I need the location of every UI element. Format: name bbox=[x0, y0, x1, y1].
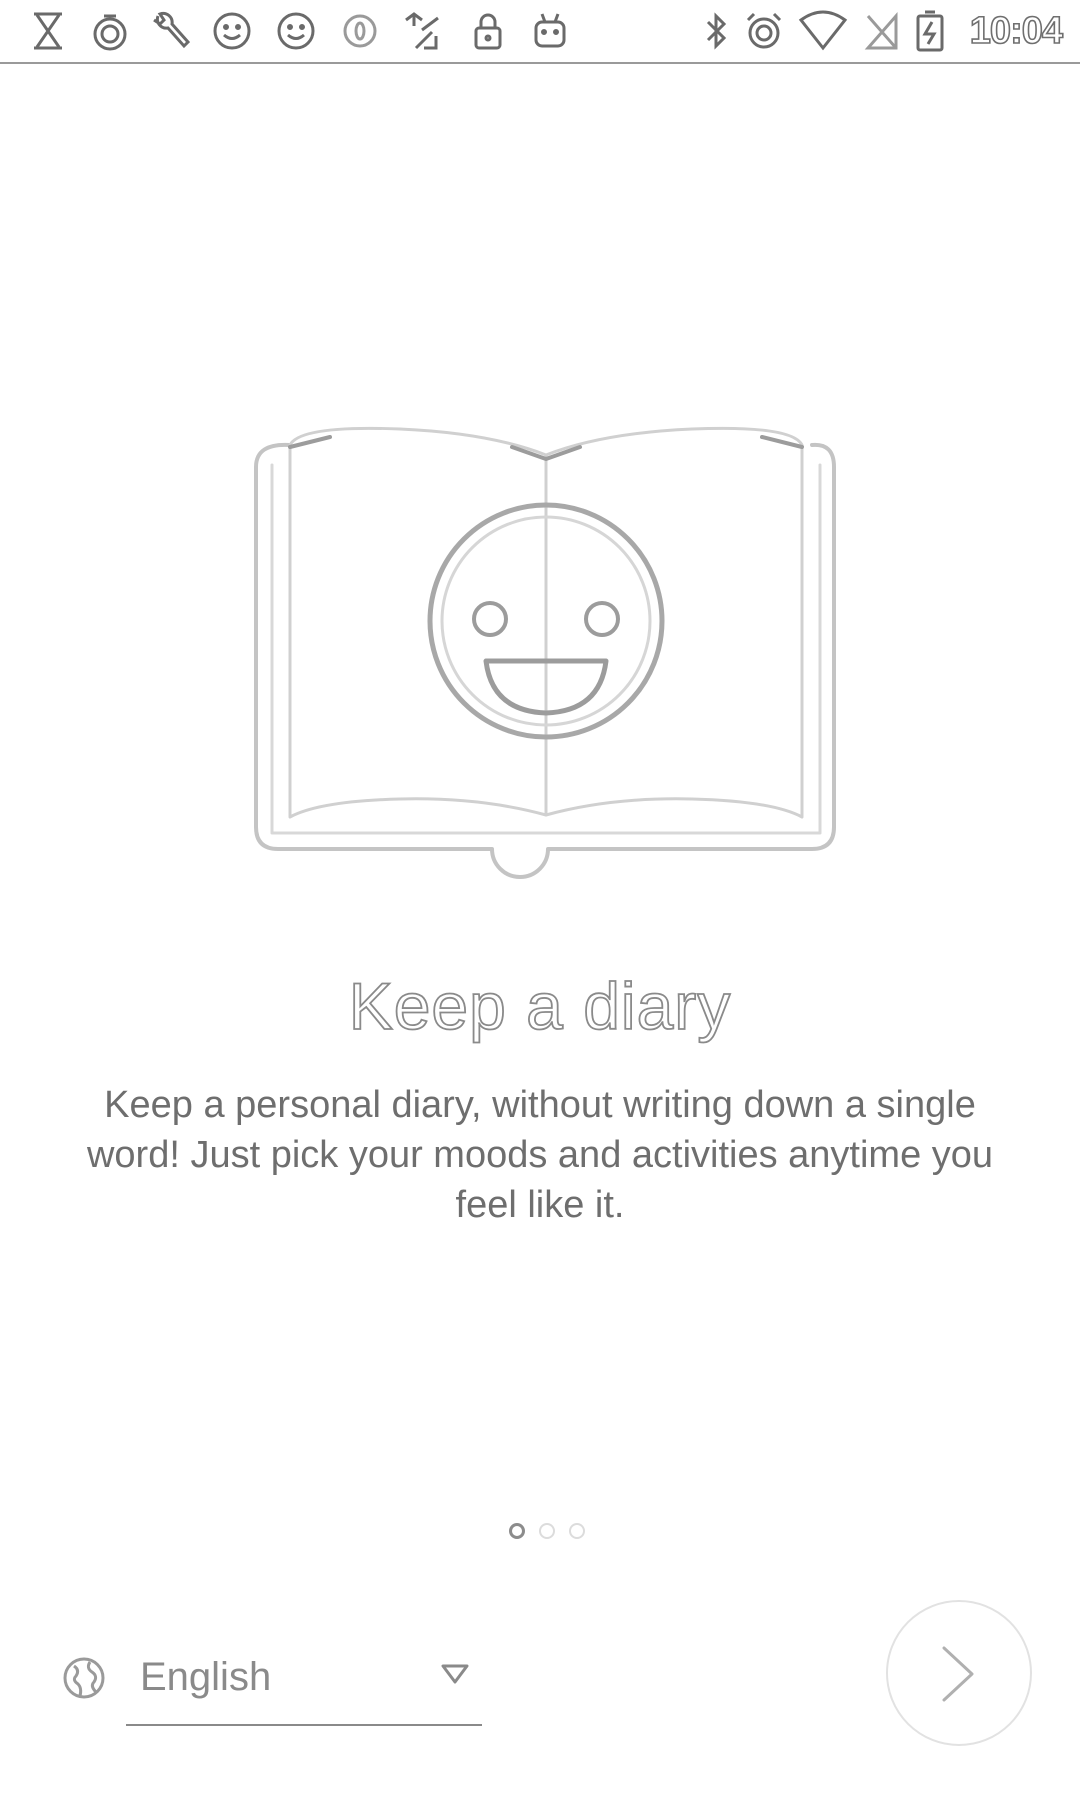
alarm-icon bbox=[744, 10, 784, 52]
next-button[interactable] bbox=[886, 1600, 1032, 1746]
dropdown-arrow-icon bbox=[440, 1662, 470, 1686]
globe-icon bbox=[62, 1656, 106, 1700]
page-title: Keep a diary bbox=[348, 968, 732, 1044]
language-selected-value: English bbox=[140, 1655, 272, 1699]
page-description: Keep a personal diary, without writing d… bbox=[86, 1084, 994, 1226]
page-dot-1[interactable] bbox=[509, 1523, 525, 1539]
diary-book-smiley-icon bbox=[250, 425, 842, 885]
wifi-sync-icon bbox=[402, 10, 442, 52]
language-dropdown[interactable]: English bbox=[126, 1634, 482, 1726]
battery-charging-icon bbox=[914, 10, 946, 52]
lock-icon bbox=[468, 10, 508, 52]
wrench-icon bbox=[150, 10, 190, 52]
page-dot-2[interactable] bbox=[539, 1523, 555, 1539]
bluetooth-icon bbox=[696, 10, 736, 52]
timer-icon bbox=[90, 10, 130, 52]
circle-o-icon bbox=[340, 10, 380, 52]
smiley-icon bbox=[276, 10, 316, 52]
wifi-icon bbox=[798, 10, 848, 52]
page-indicator bbox=[0, 1523, 1080, 1547]
status-bar: 10:04 bbox=[0, 0, 1080, 64]
page-dot-3[interactable] bbox=[569, 1523, 585, 1539]
hourglass-icon bbox=[28, 10, 68, 52]
status-bar-time: 10:04 bbox=[969, 9, 1064, 53]
chevron-right-icon bbox=[942, 1646, 974, 1702]
no-signal-icon bbox=[862, 10, 902, 52]
smiley-icon bbox=[212, 10, 252, 52]
android-icon bbox=[530, 10, 570, 52]
